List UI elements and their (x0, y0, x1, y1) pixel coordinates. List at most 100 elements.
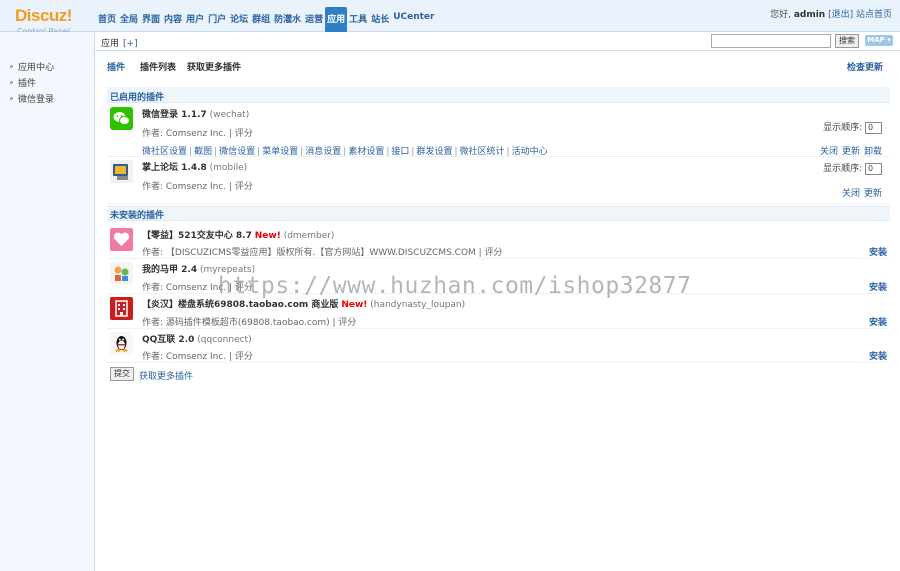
plugin-settings-link[interactable]: 接口 (391, 147, 409, 157)
nav-item-2[interactable]: 界面 (140, 7, 162, 32)
display-order-input[interactable]: 0 (865, 162, 882, 175)
top-header: Discuz! Control Panel 首页全局界面内容用户门户论坛群组防灌… (0, 0, 900, 36)
search-input[interactable] (711, 34, 831, 48)
map-button-label: MAP (867, 36, 885, 44)
mobile-icon (110, 160, 133, 183)
bullet-icon (10, 81, 13, 84)
qq-penguin-icon (110, 332, 133, 355)
arrow-down-icon: ▾ (887, 36, 891, 44)
tab-get-more-plugins[interactable]: 获取更多插件 (187, 60, 241, 73)
watermark: https://www.huzhan.com/ishop32877 (218, 273, 692, 299)
bullet-icon (10, 65, 13, 68)
plugin-settings-link[interactable]: 截图 (194, 147, 212, 157)
tab-plugin-list[interactable]: 插件列表 (140, 60, 176, 73)
plugin-id: (handynasty_loupan) (370, 300, 466, 310)
main-nav: 首页 全局 界面 内容 用户 门户 论坛 群组 防灌水 运营 应用 工具 站长 UCenter (96, 7, 436, 32)
plugin-actions: 关闭 更新 (838, 186, 882, 199)
building-icon (110, 297, 133, 320)
plugin-row-qqconnect: QQ互联 2.0 (qqconnect) 作者: Comsenz Inc. | … (107, 329, 890, 363)
nav-item-12[interactable]: 站长 (369, 7, 391, 32)
plugin-author: 作者: Comsenz Inc. | 评分 (142, 182, 253, 192)
plugin-author: 作者: Comsenz Inc. | 评分 (142, 352, 253, 362)
disable-link[interactable]: 关闭 (820, 147, 838, 157)
section-uninstalled-heading: 未安装的插件 (107, 205, 890, 221)
tab-plugins[interactable]: 插件 (107, 60, 125, 73)
nav-item-8[interactable]: 防灌水 (272, 7, 303, 32)
plugin-settings-links: 微社区设置 | 截图 | 微信设置 | 菜单设置 | 消息设置 | 素材设置 | 接口 | 群发设置 | 微社区… (142, 144, 548, 157)
plugin-settings-link[interactable]: 微社区设置 (142, 147, 187, 157)
plugin-row-wechat: 微信登录 1.1.7 (wechat) 作者: Comsenz Inc. | 评… (107, 104, 890, 157)
get-more-plugins-link[interactable]: 获取更多插件 (139, 369, 193, 382)
plugin-author: 作者: Comsenz Inc. | 评分 (142, 129, 253, 139)
nav-item-4[interactable]: 用户 (184, 7, 206, 32)
plugin-settings-link[interactable]: 活动中心 (512, 147, 548, 157)
bullet-icon (10, 97, 13, 100)
sidebar: 应用中心 插件 微信登录 (0, 32, 95, 571)
breadcrumb: 应用 [+] (101, 36, 138, 49)
separator: | (411, 147, 415, 157)
plugin-actions: 关闭 更新 卸载 (816, 144, 882, 157)
separator: | (454, 147, 458, 157)
separator: | (343, 147, 347, 157)
plugin-id: (mobile) (209, 163, 248, 173)
new-badge: New! (341, 300, 368, 310)
plugin-name: QQ互联 2.0 (142, 335, 195, 345)
update-link[interactable]: 更新 (842, 147, 860, 157)
plugin-settings-link[interactable]: 群发设置 (416, 147, 452, 157)
plugin-id: (dmember) (283, 231, 335, 241)
display-order-input[interactable]: 0 (865, 121, 882, 134)
plugin-title: 【零益】521交友中心 8.7 New! (dmember) (142, 228, 334, 241)
wechat-icon (110, 107, 133, 130)
plugin-author: 作者: 【DISCUZICMS零益应用】版权所有.【官方网站】WWW.DISCU… (142, 248, 503, 258)
separator: | (189, 147, 193, 157)
map-button[interactable]: MAP ▾ (865, 35, 893, 46)
nav-item-3[interactable]: 内容 (162, 7, 184, 32)
plugin-id: (qqconnect) (197, 335, 252, 345)
heart-icon (110, 228, 133, 251)
nav-item-0[interactable]: 首页 (96, 7, 118, 32)
sidebar-item-app-center[interactable]: 应用中心 (10, 60, 54, 73)
plugin-name: 我的马甲 2.4 (142, 265, 198, 275)
install-link[interactable]: 安装 (869, 349, 887, 362)
nav-item-9[interactable]: 运营 (303, 7, 325, 32)
plugin-settings-link[interactable]: 素材设置 (348, 147, 384, 157)
plugin-settings-link[interactable]: 消息设置 (305, 147, 341, 157)
nav-item-11[interactable]: 工具 (347, 7, 369, 32)
nav-item-6[interactable]: 论坛 (228, 7, 250, 32)
sidebar-item-wechat-login[interactable]: 微信登录 (10, 92, 54, 105)
nav-item-13[interactable]: UCenter (391, 7, 436, 32)
update-link[interactable]: 更新 (864, 189, 882, 199)
install-link[interactable]: 安装 (869, 315, 887, 328)
site-home-link[interactable]: 站点首页 (856, 10, 892, 20)
sidebar-item-label: 插件 (18, 79, 37, 89)
plugin-row-dmember: 【零益】521交友中心 8.7 New! (dmember) 作者: 【DISC… (107, 225, 890, 259)
plugin-settings-link[interactable]: 微信设置 (219, 147, 255, 157)
add-shortcut-link[interactable]: [+] (123, 39, 138, 49)
separator: | (257, 147, 261, 157)
nav-item-5[interactable]: 门户 (206, 7, 228, 32)
sidebar-item-plugins[interactable]: 插件 (10, 76, 36, 89)
plugin-tabs: 插件 插件列表 获取更多插件 检查更新 (107, 60, 890, 74)
plugin-settings-link[interactable]: 微社区统计 (460, 147, 505, 157)
submit-button[interactable]: 提交 (110, 367, 134, 381)
sub-bar: 应用 [+] 搜索 MAP ▾ (95, 32, 900, 51)
check-update-link[interactable]: 检查更新 (847, 60, 883, 73)
plugin-title: QQ互联 2.0 (qqconnect) (142, 332, 252, 345)
disable-link[interactable]: 关闭 (842, 189, 860, 199)
plugin-title: 微信登录 1.1.7 (wechat) (142, 107, 249, 120)
separator: | (300, 147, 304, 157)
nav-item-7[interactable]: 群组 (250, 7, 272, 32)
search-button[interactable]: 搜索 (835, 34, 859, 48)
discuz-logo[interactable]: Discuz! (15, 6, 72, 26)
nav-item-10[interactable]: 应用 (325, 7, 348, 32)
logout-link[interactable]: [退出] (828, 10, 853, 20)
separator: | (214, 147, 218, 157)
nav-item-1[interactable]: 全局 (118, 7, 140, 32)
plugin-author: 作者: 源码插件模板超市(69808.taobao.com) | 评分 (142, 318, 357, 328)
install-link[interactable]: 安装 (869, 245, 887, 258)
plugin-settings-link[interactable]: 菜单设置 (262, 147, 298, 157)
install-link[interactable]: 安装 (869, 280, 887, 293)
display-order-label: 显示顺序: (823, 164, 863, 174)
uninstall-link[interactable]: 卸载 (864, 147, 882, 157)
plugin-row-loupan: 【炎汉】楼盘系统69808.taobao.com 商业版 New! (handy… (107, 294, 890, 329)
